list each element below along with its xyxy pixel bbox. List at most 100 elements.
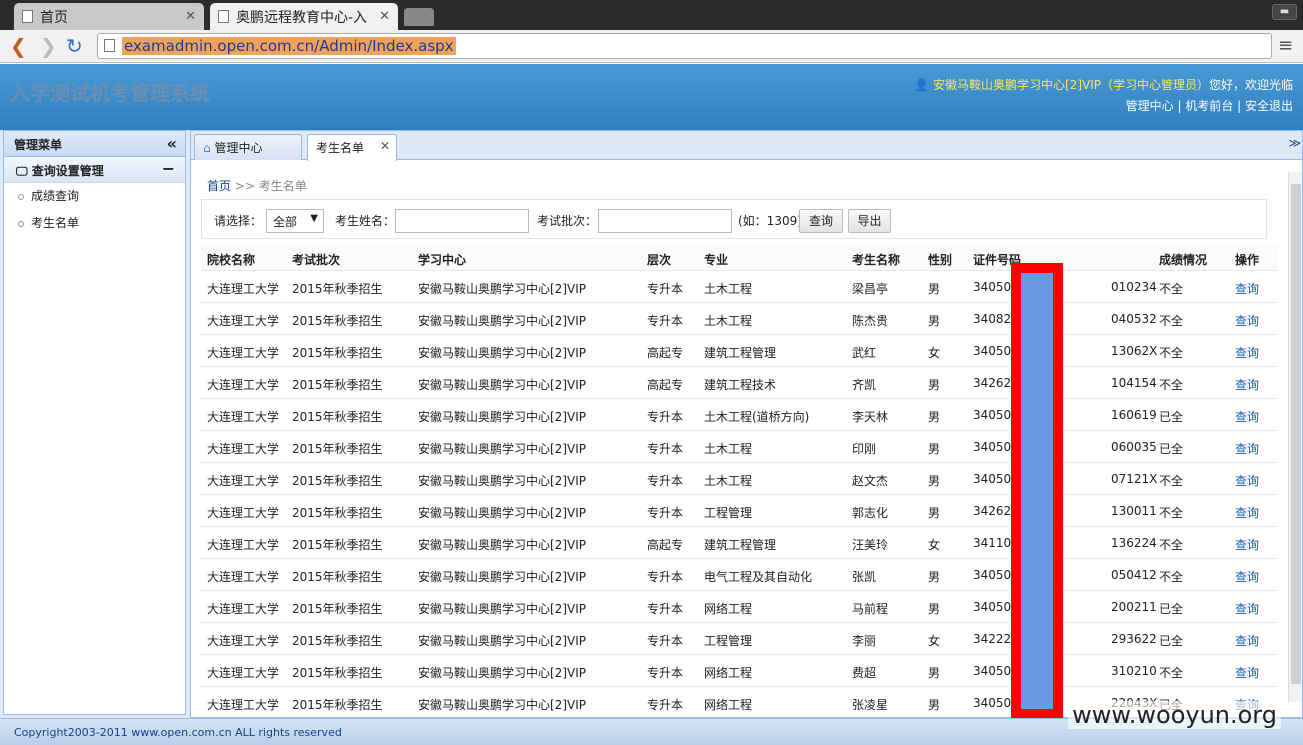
cell-query-link[interactable]: 查询 xyxy=(1235,632,1259,649)
cell-query-link[interactable]: 查询 xyxy=(1235,600,1259,617)
collapse-icon[interactable]: « xyxy=(167,134,177,153)
cell-query-link[interactable]: 查询 xyxy=(1235,280,1259,297)
cell-idno-suffix: 104154 xyxy=(1111,376,1157,390)
cell-school: 大连理工大学 xyxy=(207,506,280,520)
vertical-scrollbar[interactable] xyxy=(1288,172,1302,702)
scrollbar-thumb[interactable] xyxy=(1291,184,1301,684)
column-header-name: 考生名称 xyxy=(852,253,901,267)
minus-icon[interactable]: − xyxy=(162,159,175,178)
cell-batch: 2015年秋季招生 xyxy=(292,634,383,648)
column-header-gender: 性别 xyxy=(928,253,953,267)
cell-idno-prefix: 34050 xyxy=(973,600,1012,614)
cell-batch: 2015年秋季招生 xyxy=(292,602,383,616)
cell-major: 工程管理 xyxy=(704,506,753,520)
cell-gender: 男 xyxy=(928,698,941,712)
cell-idno-prefix: 34050 xyxy=(973,280,1012,294)
cell-gender: 女 xyxy=(928,346,941,360)
close-icon[interactable]: ✕ xyxy=(185,9,196,24)
cell-school: 大连理工大学 xyxy=(207,602,280,616)
cell-gender: 男 xyxy=(928,442,941,456)
table-row: 大连理工大学 2015年秋季招生 安徽马鞍山奥鹏学习中心[2]VIP 专升本 土木工程 梁… xyxy=(201,271,1277,303)
browser-tab-active[interactable]: 奥鹏远程教育中心-入 ✕ xyxy=(210,3,398,30)
forward-icon[interactable]: ❯ xyxy=(40,35,57,57)
close-icon[interactable]: ✕ xyxy=(380,139,390,153)
menu-icon[interactable]: ≡ xyxy=(1278,35,1293,57)
cell-batch: 2015年秋季招生 xyxy=(292,378,383,392)
cell-query-link[interactable]: 查询 xyxy=(1235,504,1259,521)
cell-gender: 男 xyxy=(928,666,941,680)
tab-admin-center[interactable]: ⌂ 管理中心 xyxy=(194,134,302,160)
cell-score: 已全 xyxy=(1159,442,1184,456)
cell-query-link[interactable]: 查询 xyxy=(1235,536,1259,553)
cell-query-link[interactable]: 查询 xyxy=(1235,440,1259,457)
cell-name: 梁昌亭 xyxy=(852,282,889,296)
cell-gender: 男 xyxy=(928,474,941,488)
table-row: 大连理工大学 2015年秋季招生 安徽马鞍山奥鹏学习中心[2]VIP 专升本 土木工程(… xyxy=(201,399,1277,431)
cell-query-link[interactable]: 查询 xyxy=(1235,664,1259,681)
cell-query-link[interactable]: 查询 xyxy=(1235,376,1259,393)
cell-school: 大连理工大学 xyxy=(207,666,280,680)
name-label: 考生姓名： xyxy=(335,214,396,228)
cell-query-link[interactable]: 查询 xyxy=(1235,408,1259,425)
page-icon xyxy=(22,10,33,23)
cell-gender: 男 xyxy=(928,570,941,584)
breadcrumb-home[interactable]: 首页 xyxy=(207,179,231,193)
cell-gender: 男 xyxy=(928,602,941,616)
cell-query-link[interactable]: 查询 xyxy=(1235,344,1259,361)
link-logout[interactable]: 安全退出 xyxy=(1245,99,1293,113)
export-button[interactable]: 导出 xyxy=(848,209,891,233)
column-header-batch: 考试批次 xyxy=(292,253,341,267)
cell-major: 建筑工程管理 xyxy=(704,538,777,552)
cell-school: 大连理工大学 xyxy=(207,410,280,424)
cell-batch: 2015年秋季招生 xyxy=(292,698,383,712)
address-bar[interactable]: examadmin.open.com.cn/Admin/Index.aspx xyxy=(97,33,1272,59)
type-select[interactable]: 全部 ▼ xyxy=(266,209,324,233)
cell-gender: 男 xyxy=(928,410,941,424)
cell-major: 建筑工程技术 xyxy=(704,378,777,392)
browser-tab-home[interactable]: 首页 ✕ xyxy=(14,3,204,30)
tab-label: 考生名单 xyxy=(316,141,365,155)
reload-icon[interactable]: ↻ xyxy=(66,35,83,57)
table-row: 大连理工大学 2015年秋季招生 安徽马鞍山奥鹏学习中心[2]VIP 高起专 建筑工程技… xyxy=(201,367,1277,399)
url-text[interactable]: examadmin.open.com.cn/Admin/Index.aspx xyxy=(122,37,456,55)
cell-level: 高起专 xyxy=(647,538,684,552)
tab-candidate-list[interactable]: 考生名单 ✕ xyxy=(307,134,397,161)
query-button[interactable]: 查询 xyxy=(799,209,843,233)
sidebar-item-score-query[interactable]: 成绩查询 xyxy=(4,183,185,210)
cell-idno-suffix: 010234 xyxy=(1111,280,1157,294)
batch-input[interactable] xyxy=(598,209,732,233)
cell-name: 李天林 xyxy=(852,410,889,424)
cell-center: 安徽马鞍山奥鹏学习中心[2]VIP xyxy=(418,666,586,680)
sidebar-section[interactable]: 🖵 查询设置管理 − xyxy=(4,157,185,183)
cell-idno-suffix: 160619 xyxy=(1111,408,1157,422)
cell-query-link[interactable]: 查询 xyxy=(1235,312,1259,329)
cell-idno-prefix: 34262 xyxy=(973,504,1012,518)
cell-name: 齐凯 xyxy=(852,378,877,392)
cell-gender: 男 xyxy=(928,378,941,392)
new-tab-button[interactable] xyxy=(404,8,434,26)
link-admin-center[interactable]: 管理中心 xyxy=(1126,99,1174,113)
cell-query-link[interactable]: 查询 xyxy=(1235,568,1259,585)
cell-gender: 男 xyxy=(928,314,941,328)
sidebar-item-candidate-list[interactable]: 考生名单 xyxy=(4,210,185,237)
cell-school: 大连理工大学 xyxy=(207,698,280,712)
cell-score: 不全 xyxy=(1159,666,1184,680)
double-chevron-down-icon[interactable]: ≫ xyxy=(1288,136,1301,150)
close-icon[interactable]: ✕ xyxy=(379,9,390,24)
cell-name: 郭志化 xyxy=(852,506,889,520)
page-icon xyxy=(218,10,229,23)
cell-score: 不全 xyxy=(1159,474,1184,488)
greeting: 您好，欢迎光临 xyxy=(1208,78,1293,92)
breadcrumb-current: 考生名单 xyxy=(258,179,307,193)
link-exam-front[interactable]: 机考前台 xyxy=(1185,99,1233,113)
app-title: 入学测试机考管理系统 xyxy=(10,81,210,105)
cell-school: 大连理工大学 xyxy=(207,378,280,392)
cell-center: 安徽马鞍山奥鹏学习中心[2]VIP xyxy=(418,282,586,296)
cell-query-link[interactable]: 查询 xyxy=(1235,472,1259,489)
back-icon[interactable]: ❮ xyxy=(10,35,27,57)
name-input[interactable] xyxy=(395,209,529,233)
window-menu-icon[interactable]: ▬ xyxy=(1272,4,1297,20)
cell-gender: 女 xyxy=(928,538,941,552)
column-header-center: 学习中心 xyxy=(418,253,467,267)
cell-center: 安徽马鞍山奥鹏学习中心[2]VIP xyxy=(418,378,586,392)
